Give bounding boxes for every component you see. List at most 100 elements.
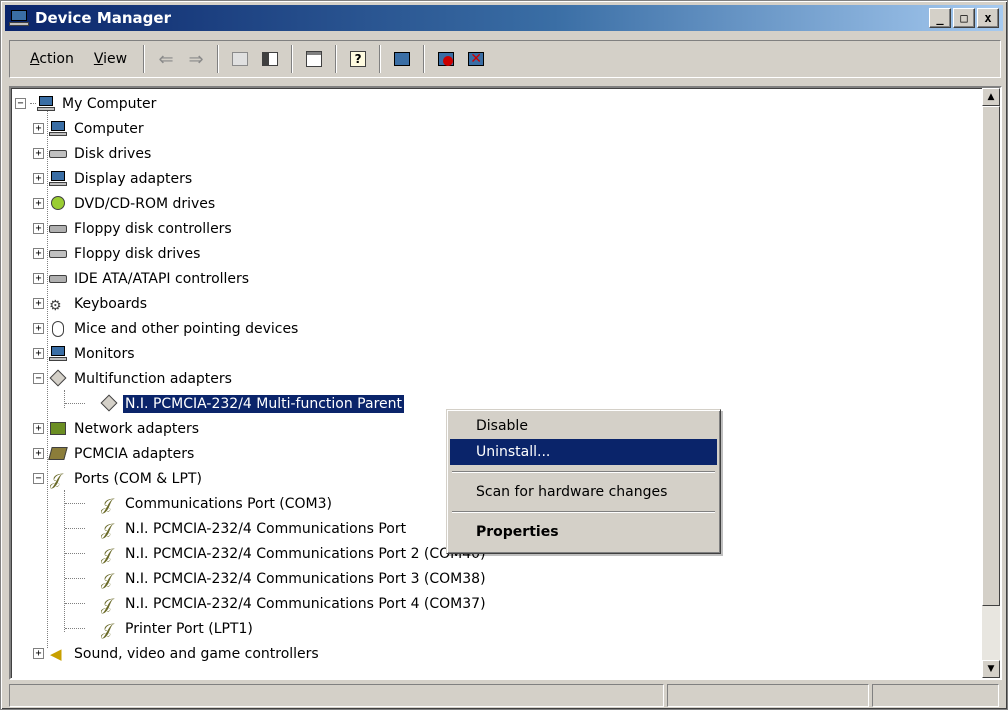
tree-item-network-adapters[interactable]: + Network adapters (33, 416, 201, 441)
port-icon: 𝒥 (101, 544, 113, 564)
tree-item-mice[interactable]: + Mice and other pointing devices (33, 316, 300, 341)
tree-item-floppy-drives[interactable]: + Floppy disk drives (33, 241, 202, 266)
menu-action[interactable]: Action (20, 47, 84, 71)
tree-item-label: Disk drives (74, 145, 152, 162)
expand-icon[interactable]: + (33, 273, 44, 284)
collapse-icon[interactable]: − (33, 373, 44, 384)
scan-hardware-button[interactable] (389, 46, 415, 72)
tree-item-lpt1[interactable]: 𝒥 Printer Port (LPT1) (65, 616, 255, 641)
scroll-up-button[interactable]: ▲ (982, 88, 1000, 106)
expand-icon[interactable]: + (33, 198, 44, 209)
arrow-up-icon: ▲ (987, 92, 995, 102)
tree-item-label: N.I. PCMCIA-232/4 Communications Port 2 … (125, 545, 486, 562)
minimize-button[interactable]: _ (929, 8, 951, 28)
back-arrow-icon: ⇐ (158, 48, 174, 70)
close-button[interactable]: x (977, 8, 999, 28)
computer-icon (48, 120, 68, 138)
multifunction-icon (99, 394, 119, 413)
expand-icon[interactable]: + (33, 323, 44, 334)
show-hide-tree-button[interactable] (257, 46, 283, 72)
disk-drive-icon (48, 145, 68, 163)
tree-item-disk-drives[interactable]: + Disk drives (33, 141, 153, 166)
expand-icon[interactable]: + (33, 648, 44, 659)
tree-item-label: N.I. PCMCIA-232/4 Communications Port (125, 520, 407, 537)
forward-button[interactable]: ⇒ (183, 46, 209, 72)
vertical-scrollbar[interactable]: ▲ ▼ (982, 88, 1000, 678)
pcmcia-icon (48, 445, 68, 463)
maximize-icon: □ (960, 11, 968, 25)
device-tree[interactable]: − My Computer + Computer + Disk drives +… (9, 86, 1002, 680)
tree-item-com3[interactable]: 𝒥 Communications Port (COM3) (65, 491, 334, 516)
tree-item-my-computer[interactable]: − My Computer (15, 91, 158, 116)
tree-item-ni-multifunction-parent[interactable]: N.I. PCMCIA-232/4 Multi-function Parent (65, 391, 405, 416)
back-button[interactable]: ⇐ (153, 46, 179, 72)
menu-item-uninstall[interactable]: Uninstall... (450, 439, 717, 465)
uninstall-device-button[interactable]: ✕ (463, 46, 489, 72)
status-panel-main (9, 684, 664, 707)
uninstall-device-icon: ✕ (468, 52, 485, 66)
menu-separator (452, 471, 715, 473)
maximize-button[interactable]: □ (953, 8, 975, 28)
help-button[interactable]: ? (345, 46, 371, 72)
tree-item-ports[interactable]: − 𝒥 Ports (COM & LPT) (33, 466, 204, 491)
menu-item-properties[interactable]: Properties (450, 519, 717, 545)
port-icon: 𝒥 (101, 494, 113, 514)
menu-action-accel: A (30, 51, 40, 67)
expand-icon[interactable]: + (33, 448, 44, 459)
dvd-icon (48, 195, 68, 213)
expand-icon[interactable]: + (33, 423, 44, 434)
tree-item-display-adapters[interactable]: + Display adapters (33, 166, 194, 191)
disable-device-button[interactable] (433, 46, 459, 72)
tree-item-label: Mice and other pointing devices (74, 320, 299, 337)
tree-item-keyboards[interactable]: + ⚙ Keyboards (33, 291, 149, 316)
up-level-button[interactable] (227, 46, 253, 72)
expand-icon[interactable]: + (33, 148, 44, 159)
menu-item-scan-hardware[interactable]: Scan for hardware changes (450, 479, 717, 505)
expand-icon[interactable]: + (33, 123, 44, 134)
tree-item-label: PCMCIA adapters (74, 445, 195, 462)
scroll-down-button[interactable]: ▼ (982, 660, 1000, 678)
window-title: Device Manager (35, 9, 171, 27)
device-manager-icon (9, 9, 31, 27)
menu-item-disable[interactable]: Disable (450, 413, 717, 439)
expand-icon[interactable]: + (33, 248, 44, 259)
tree-item-multifunction-adapters[interactable]: − Multifunction adapters (33, 366, 234, 391)
tree-item-pcmcia-adapters[interactable]: + PCMCIA adapters (33, 441, 196, 466)
tree-item-ni-port-3[interactable]: 𝒥 N.I. PCMCIA-232/4 Communications Port … (65, 566, 488, 591)
arrow-down-icon: ▼ (987, 664, 995, 674)
help-icon: ? (350, 51, 367, 67)
scan-hardware-icon (394, 52, 411, 66)
tree-item-ni-port-4[interactable]: 𝒥 N.I. PCMCIA-232/4 Communications Port … (65, 591, 488, 616)
tree-item-floppy-controllers[interactable]: + Floppy disk controllers (33, 216, 234, 241)
toolbar-separator (143, 45, 146, 73)
title-bar[interactable]: Device Manager _ □ x (5, 5, 1003, 31)
network-icon (48, 420, 68, 438)
tree-item-label: Multifunction adapters (74, 370, 232, 387)
expand-icon[interactable]: + (33, 298, 44, 309)
toolbar-separator (335, 45, 338, 73)
toolbar-separator (217, 45, 220, 73)
tree-item-label: Floppy disk controllers (74, 220, 232, 237)
tree-item-ni-port-1[interactable]: 𝒥 N.I. PCMCIA-232/4 Communications Port (65, 516, 408, 541)
tree-item-sound-controllers[interactable]: + ◀ Sound, video and game controllers (33, 641, 321, 666)
collapse-icon[interactable]: − (15, 98, 26, 109)
collapse-icon[interactable]: − (33, 473, 44, 484)
scroll-thumb[interactable] (982, 106, 1000, 606)
display-icon (48, 170, 68, 188)
tree-item-label: N.I. PCMCIA-232/4 Communications Port 4 … (125, 595, 486, 612)
tree-item-ide-controllers[interactable]: + IDE ATA/ATAPI controllers (33, 266, 251, 291)
properties-button[interactable] (301, 46, 327, 72)
menu-view-accel: V (93, 51, 104, 67)
menu-action-label: ction (39, 51, 74, 67)
expand-icon[interactable]: + (33, 348, 44, 359)
tree-item-dvd-drives[interactable]: + DVD/CD-ROM drives (33, 191, 217, 216)
expand-icon[interactable]: + (33, 173, 44, 184)
expand-icon[interactable]: + (33, 223, 44, 234)
keyboard-icon: ⚙ (49, 297, 62, 314)
tree-item-ni-port-2[interactable]: 𝒥 N.I. PCMCIA-232/4 Communications Port … (65, 541, 488, 566)
minimize-icon: _ (936, 11, 944, 25)
tree-item-computer[interactable]: + Computer (33, 116, 146, 141)
menu-separator (452, 511, 715, 513)
tree-item-monitors[interactable]: + Monitors (33, 341, 137, 366)
menu-view[interactable]: View (84, 47, 137, 71)
